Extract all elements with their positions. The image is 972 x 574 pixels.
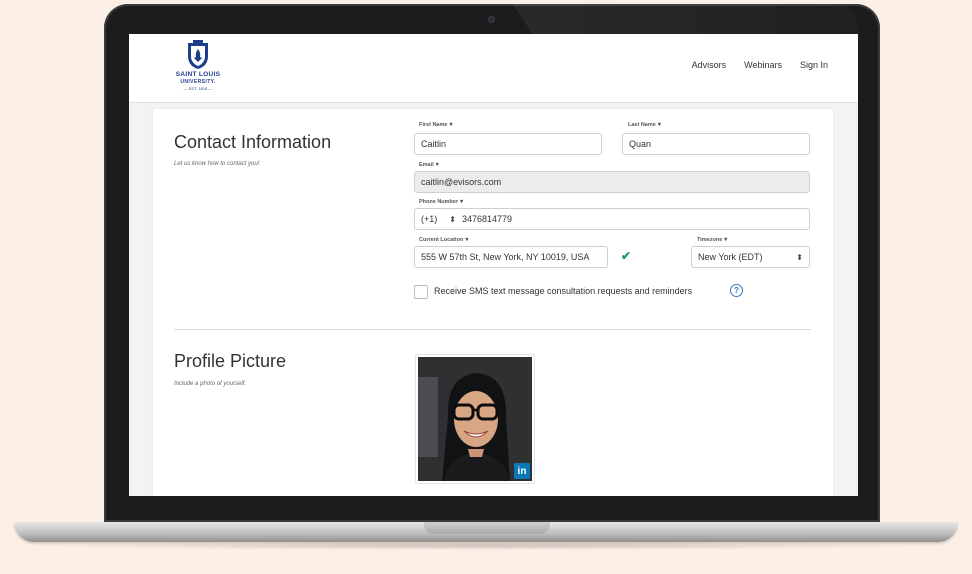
laptop-shadow [20, 542, 952, 550]
last-name-input[interactable]: Quan [622, 133, 810, 155]
sms-checkbox-label[interactable]: Receive SMS text message consultation re… [434, 286, 692, 296]
screen-glare [512, 4, 858, 34]
location-label: Current Location ▾ [419, 236, 469, 244]
country-code[interactable]: (+1) [421, 214, 437, 224]
checkmark-icon: ✔ [621, 249, 632, 263]
caret-down-icon: ▾ [465, 237, 469, 243]
linkedin-icon[interactable]: in [514, 463, 530, 479]
profile-form-card: Contact Information Let us know how to c… [153, 109, 833, 496]
timezone-label: Timezone ▾ [697, 236, 728, 244]
nav-webinars-link[interactable]: Webinars [744, 60, 782, 70]
email-label: Email ▾ [419, 161, 439, 169]
first-name-label: First Name ▾ [419, 121, 453, 129]
site-header: SAINT LOUIS UNIVERSITY. — EST. 1818 — Ad… [129, 34, 858, 103]
shield-logo-icon [188, 40, 208, 69]
profile-photo-image: in [418, 357, 532, 481]
select-arrows-icon: ⬍ [796, 252, 803, 262]
caret-down-icon: ▾ [449, 122, 453, 128]
laptop-screen: SAINT LOUIS UNIVERSITY. — EST. 1818 — Ad… [129, 34, 858, 496]
caret-down-icon: ▾ [724, 237, 728, 243]
profile-section-subtitle: Include a photo of yourself. [174, 381, 247, 387]
logo-text-line1: SAINT LOUIS [175, 71, 221, 78]
nav-signin-link[interactable]: Sign In [800, 60, 828, 70]
profile-photo[interactable]: in [415, 354, 535, 484]
email-field[interactable]: caitlin@evisors.com [414, 171, 810, 193]
profile-section-title: Profile Picture [174, 351, 287, 371]
first-name-input[interactable]: Caitlin [414, 133, 602, 155]
timezone-select[interactable]: New York (EDT) ⬍ [691, 246, 810, 268]
location-input[interactable]: 555 W 57th St, New York, NY 10019, USA [414, 246, 608, 268]
caret-down-icon: ▾ [460, 199, 464, 205]
top-nav: Advisors Webinars Sign In [692, 60, 828, 70]
caret-down-icon: ▾ [657, 122, 661, 128]
laptop-base-notch [424, 522, 550, 534]
country-code-stepper-icon[interactable]: ⬍ [449, 215, 456, 224]
contact-section-title: Contact Information [174, 132, 332, 152]
webcam [488, 16, 495, 23]
nav-advisors-link[interactable]: Advisors [692, 60, 727, 70]
logo-text-line2: UNIVERSITY. [180, 79, 216, 85]
phone-number-value: 3476814779 [461, 214, 513, 224]
university-logo[interactable]: SAINT LOUIS UNIVERSITY. — EST. 1818 — [171, 40, 225, 98]
section-divider [174, 329, 811, 330]
help-icon[interactable]: ? [730, 284, 743, 297]
sms-checkbox[interactable] [414, 285, 428, 299]
contact-section-subtitle: Let us know how to contact you! [174, 161, 260, 167]
caret-down-icon: ▾ [435, 162, 439, 168]
phone-label: Phone Number ▾ [419, 198, 464, 206]
phone-input[interactable]: (+1) ⬍ 3476814779 [414, 208, 810, 230]
logo-text-line3: — EST. 1818 — [183, 86, 213, 91]
last-name-label: Last Name ▾ [628, 121, 661, 129]
